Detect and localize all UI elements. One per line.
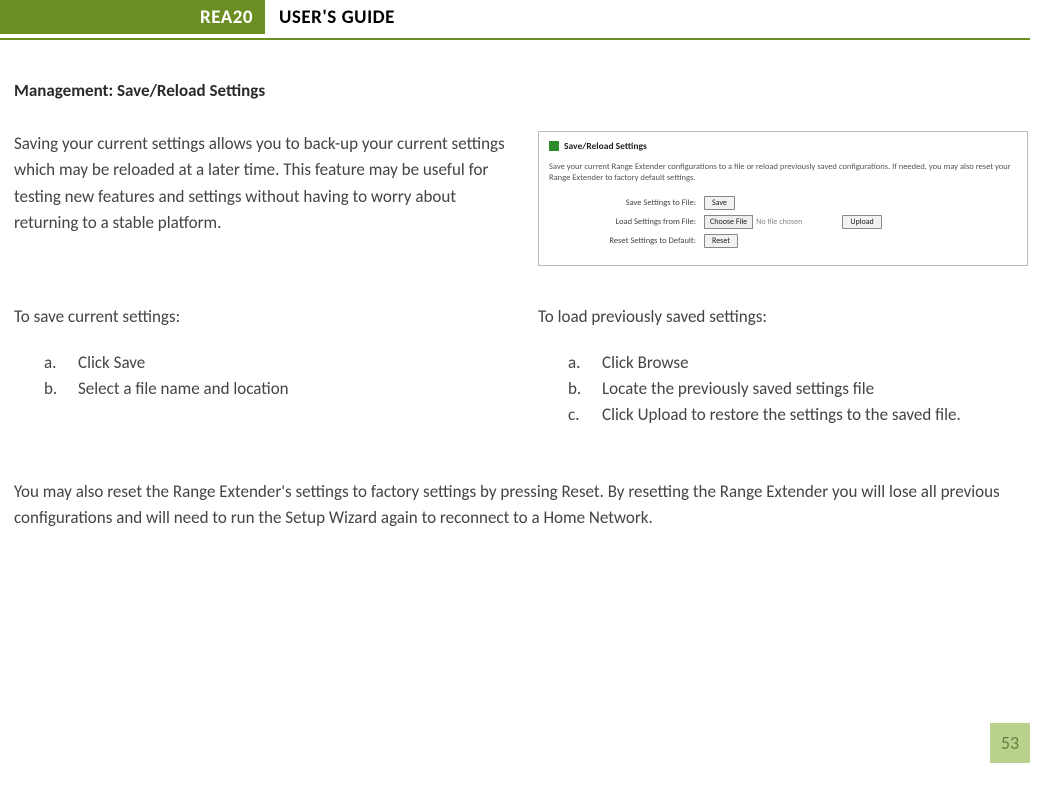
page-content: Management: Save/Reload Settings Saving … [0, 40, 1042, 531]
embedded-screenshot: Save/Reload Settings Save your current R… [538, 131, 1028, 266]
page-number: 53 [990, 723, 1030, 763]
load-steps-heading: To load previously saved settings: [538, 304, 1028, 330]
upload-button[interactable]: Upload [842, 215, 881, 229]
save-steps-heading: To save current settings: [14, 304, 512, 330]
no-file-text: No file chosen [756, 217, 802, 227]
doc-title: USER'S GUIDE [265, 0, 409, 34]
load-steps-list: a.Click Browse b.Locate the previously s… [538, 350, 1028, 429]
brand-label: REA20 [0, 0, 265, 34]
choose-file-button[interactable]: Choose File [704, 215, 753, 229]
list-item: a.Click Browse [568, 350, 1028, 376]
list-item: b.Locate the previously saved settings f… [568, 376, 1028, 402]
load-from-file-label: Load Settings from File: [549, 217, 704, 227]
list-item: c.Click Upload to restore the settings t… [568, 402, 1028, 428]
screenshot-desc: Save your current Range Extender configu… [549, 162, 1017, 184]
reset-button[interactable]: Reset [704, 234, 738, 248]
list-item: b.Select a file name and location [44, 376, 512, 402]
reset-paragraph: You may also reset the Range Extender's … [14, 479, 1028, 532]
list-item: a.Click Save [44, 350, 512, 376]
square-icon [549, 141, 559, 151]
screenshot-title: Save/Reload Settings [564, 140, 647, 152]
save-button[interactable]: Save [704, 196, 735, 210]
save-to-file-label: Save Settings to File: [549, 198, 704, 208]
intro-paragraph: Saving your current settings allows you … [14, 131, 512, 236]
reset-default-label: Reset Settings to Default: [549, 236, 704, 246]
header: REA20 USER'S GUIDE [0, 0, 1042, 34]
save-steps-list: a.Click Save b.Select a file name and lo… [14, 350, 512, 403]
section-heading: Management: Save/Reload Settings [14, 80, 1028, 101]
